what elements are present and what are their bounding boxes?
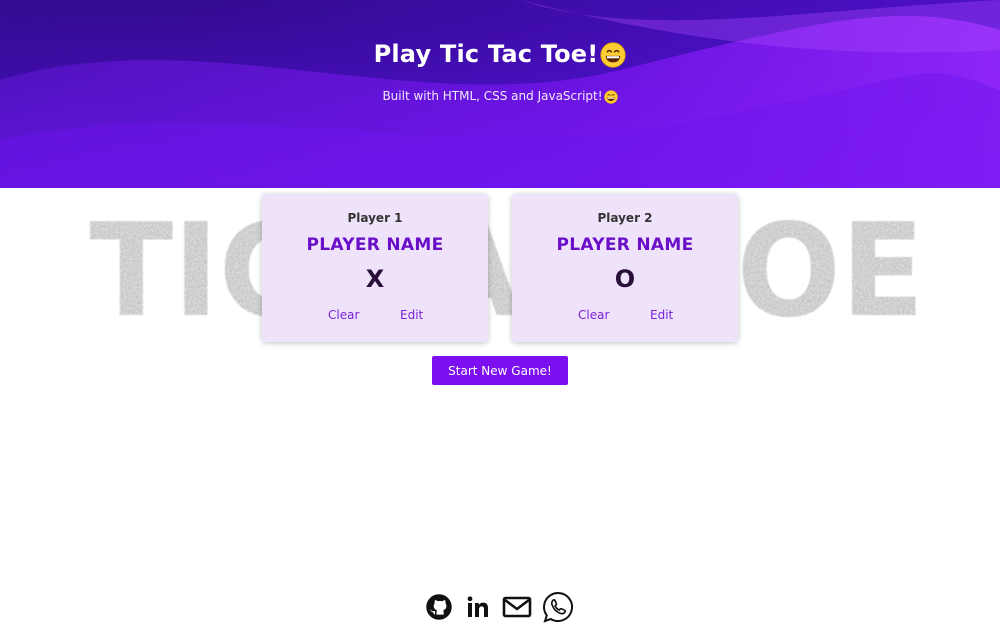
- start-new-game-button[interactable]: Start New Game!: [432, 356, 568, 385]
- page-subtitle-text: Built with HTML, CSS and JavaScript!: [382, 89, 603, 103]
- edit-player-2-button[interactable]: Edit: [650, 308, 673, 322]
- background-logo-text: TIC TAC TOE: [90, 200, 925, 335]
- grinning-face-icon: [603, 89, 618, 104]
- clear-player-2-button[interactable]: Clear: [578, 308, 609, 322]
- edit-player-1-button[interactable]: Edit: [400, 308, 423, 322]
- hero-header: Play Tic Tac Toe! Built with HTML, CSS a…: [0, 0, 1000, 188]
- grinning-face-icon: [600, 42, 626, 68]
- player-name: PLAYER NAME: [556, 235, 694, 255]
- page-title-text: Play Tic Tac Toe!: [373, 40, 599, 68]
- player-1-card: Player 1 PLAYER NAME X Clear Edit: [262, 194, 488, 342]
- player-symbol: O: [614, 265, 636, 293]
- page-title: Play Tic Tac Toe!: [0, 40, 1000, 68]
- player-symbol: X: [365, 265, 385, 293]
- footer-social-links: [424, 591, 576, 623]
- player-name: PLAYER NAME: [306, 235, 444, 255]
- mail-icon[interactable]: [502, 594, 532, 620]
- tic-tac-toe-background-logo: TIC TAC TOE: [90, 200, 925, 335]
- page: Play Tic Tac Toe! Built with HTML, CSS a…: [0, 0, 1000, 625]
- player-2-card: Player 2 PLAYER NAME O Clear Edit: [512, 194, 738, 342]
- github-icon[interactable]: [426, 594, 452, 620]
- linkedin-icon[interactable]: [466, 595, 490, 619]
- player-label: Player 2: [597, 211, 653, 225]
- player-label: Player 1: [347, 211, 403, 225]
- page-subtitle: Built with HTML, CSS and JavaScript!: [0, 89, 1000, 104]
- whatsapp-icon[interactable]: [542, 591, 574, 623]
- clear-player-1-button[interactable]: Clear: [328, 308, 359, 322]
